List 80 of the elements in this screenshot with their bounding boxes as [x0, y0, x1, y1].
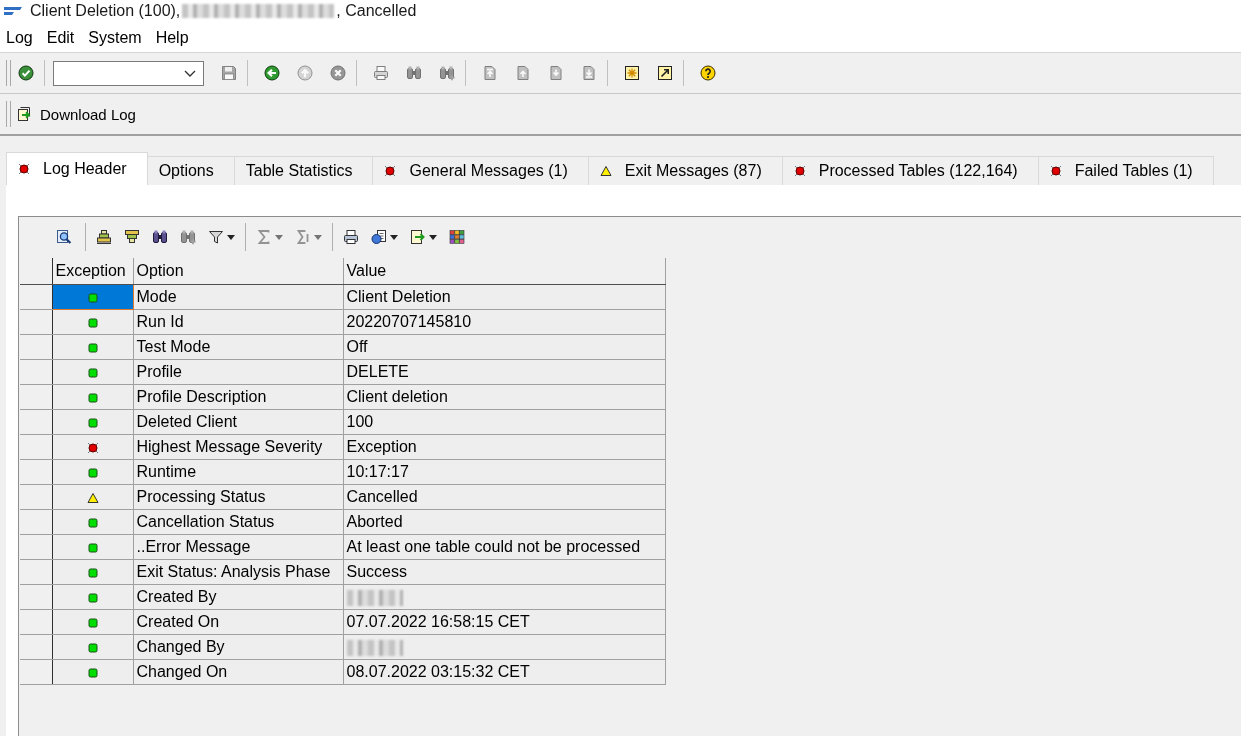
exception-cell[interactable]	[52, 634, 133, 660]
table-cell: Client Deletion	[343, 284, 665, 310]
table-cell: Success	[343, 559, 665, 585]
table-cell: 100	[343, 409, 665, 435]
column-header[interactable]: Option	[133, 258, 343, 285]
shortcut-icon[interactable]	[657, 65, 673, 81]
sum-menu-button[interactable]	[256, 229, 283, 245]
row-selector[interactable]	[20, 284, 52, 310]
exception-cell[interactable]	[52, 359, 133, 385]
tab[interactable]: Failed Tables (1)	[1037, 156, 1214, 185]
subtotal-menu-button[interactable]	[295, 229, 322, 245]
column-header[interactable]: Exception	[52, 258, 133, 285]
select-all-cell[interactable]	[20, 258, 52, 285]
table-cell: Client deletion	[343, 384, 665, 410]
table-cell: Run Id	[133, 309, 343, 335]
table-cell: ..Error Message	[133, 534, 343, 560]
menu-item[interactable]: Help	[155, 28, 189, 48]
tab[interactable]: Log Header	[6, 152, 148, 185]
back-arrow-icon[interactable]	[264, 65, 280, 81]
export-menu-button[interactable]	[410, 229, 437, 245]
check-icon[interactable]	[18, 65, 34, 81]
table-cell: Exit Status: Analysis Phase	[133, 559, 343, 585]
table-cell: Exception	[343, 434, 665, 460]
help-icon[interactable]	[700, 65, 716, 81]
filter-menu-button[interactable]	[208, 229, 235, 245]
table-cell: Cancelled	[343, 484, 665, 510]
table-cell: Mode	[133, 284, 343, 310]
table-cell: Off	[343, 334, 665, 360]
exception-cell[interactable]	[52, 434, 133, 460]
download-log-button[interactable]: Download Log	[14, 103, 139, 125]
exception-cell[interactable]	[52, 659, 133, 685]
exception-cell[interactable]	[52, 584, 133, 610]
column-header[interactable]: Value	[343, 258, 665, 285]
table-cell: Created By	[133, 584, 343, 610]
exception-cell[interactable]	[52, 559, 133, 585]
exception-cell[interactable]	[52, 459, 133, 485]
command-field[interactable]	[53, 60, 204, 86]
details-magnifier-icon[interactable]	[56, 229, 72, 245]
window-title-suffix: , Cancelled	[336, 2, 417, 20]
exception-cell[interactable]	[52, 409, 133, 435]
table-cell: Test Mode	[133, 334, 343, 360]
exception-cell[interactable]	[52, 534, 133, 560]
table-cell: Changed On	[133, 659, 343, 685]
table-cell: Aborted	[343, 509, 665, 535]
menu-item[interactable]: Log	[6, 28, 33, 48]
exception-cell[interactable]	[52, 284, 133, 310]
printer-icon[interactable]	[343, 229, 359, 245]
sort-descending-icon[interactable]	[124, 229, 140, 245]
exception-cell[interactable]	[52, 609, 133, 635]
grid-icon[interactable]	[449, 229, 465, 245]
window-title: Client Deletion (100),	[30, 2, 181, 20]
table-cell: DELETE	[343, 359, 665, 385]
exception-cell[interactable]	[52, 484, 133, 510]
exception-cell[interactable]	[52, 334, 133, 360]
views-menu-button[interactable]	[371, 229, 398, 245]
exception-cell[interactable]	[52, 384, 133, 410]
table-cell: 08.07.2022 03:15:32 CET	[343, 659, 665, 685]
table-cell: Profile Description	[133, 384, 343, 410]
menu-item[interactable]: System	[88, 28, 142, 48]
table-cell: Profile	[133, 359, 343, 385]
table-cell: Deleted Client	[133, 409, 343, 435]
table-cell: Created On	[133, 609, 343, 635]
binoculars-icon[interactable]	[152, 229, 168, 245]
table-cell: Runtime	[133, 459, 343, 485]
table-cell: 10:17:17	[343, 459, 665, 485]
sort-ascending-icon[interactable]	[96, 229, 112, 245]
table-cell: 20220707145810	[343, 309, 665, 335]
table-cell: Highest Message Severity	[133, 434, 343, 460]
chevron-down-icon	[184, 69, 196, 77]
new-window-icon[interactable]	[624, 65, 640, 81]
table-cell: Processing Status	[133, 484, 343, 510]
exception-cell[interactable]	[52, 309, 133, 335]
table-cell: 07.07.2022 16:58:15 CET	[343, 609, 665, 635]
logo-icon	[4, 7, 22, 15]
table-cell: Changed By	[133, 634, 343, 660]
exception-cell[interactable]	[52, 509, 133, 535]
menu-item[interactable]: Edit	[46, 28, 75, 48]
download-icon	[17, 106, 33, 122]
table-cell: At least one table could not be processed	[343, 534, 665, 560]
table-cell: Cancellation Status	[133, 509, 343, 535]
